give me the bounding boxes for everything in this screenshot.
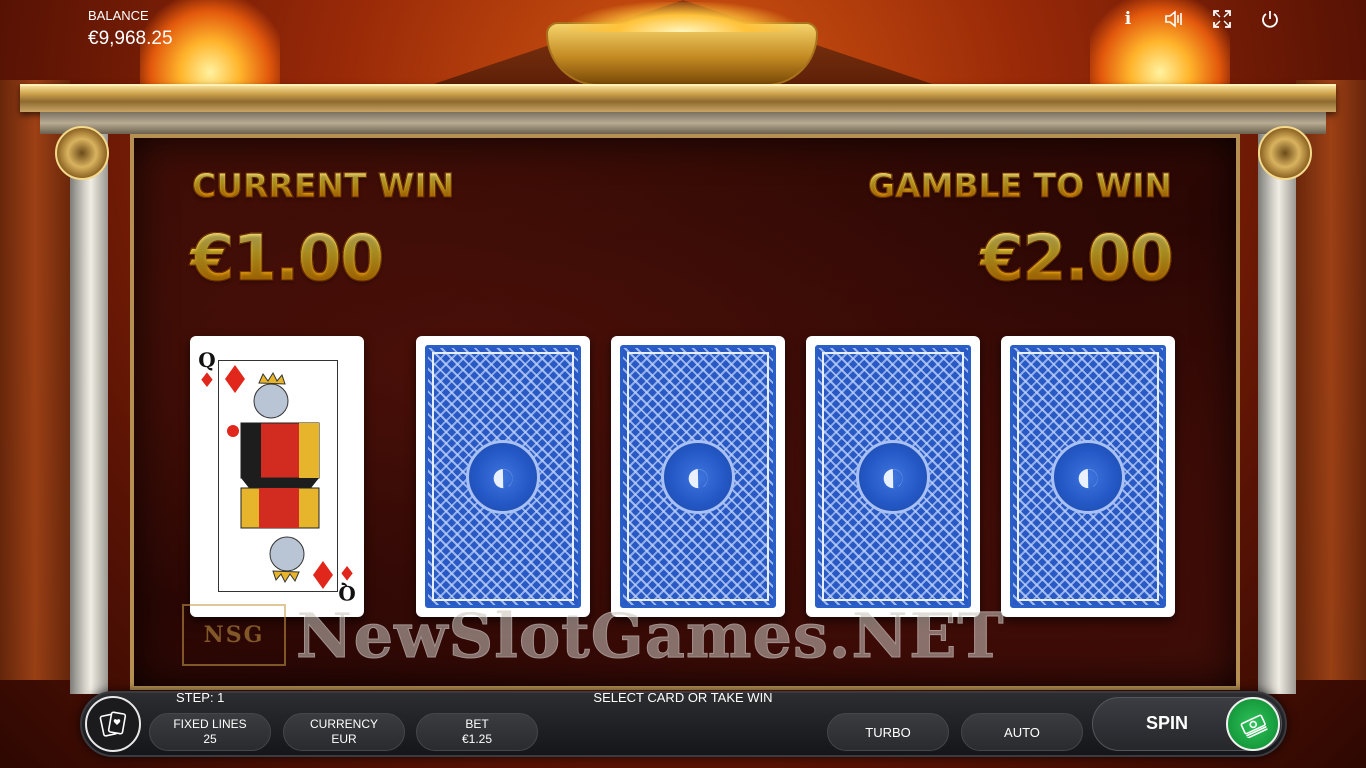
- card-back-emblem-icon: ◐: [661, 439, 735, 514]
- currency-label: CURRENCY: [309, 717, 378, 731]
- left-wall: [0, 80, 70, 680]
- take-win-button[interactable]: [1226, 697, 1280, 751]
- spin-label: SPIN: [1146, 713, 1189, 733]
- auto-label: AUTO: [1004, 724, 1040, 740]
- face-down-card-4[interactable]: ◐: [1001, 336, 1175, 617]
- playing-cards-icon: [99, 711, 127, 737]
- power-icon[interactable]: [1259, 8, 1281, 30]
- fixed-lines-label: FIXED LINES: [173, 717, 247, 731]
- face-down-card-2[interactable]: ◐: [611, 336, 785, 617]
- gold-beam: [20, 84, 1336, 112]
- currency-display: CURRENCY EUR: [283, 713, 405, 751]
- gamble-to-win-label: GAMBLE TO WIN: [867, 166, 1172, 206]
- face-down-card-1[interactable]: ◐: [416, 336, 590, 617]
- queen-portrait: [218, 360, 338, 592]
- card-back-emblem-icon: ◐: [466, 439, 540, 514]
- stone-beam: [40, 112, 1326, 134]
- right-column: [1258, 134, 1296, 694]
- turbo-label: TURBO: [865, 724, 911, 740]
- balance-value: €9,968.25: [88, 28, 173, 49]
- current-win-label: CURRENT WIN: [191, 166, 455, 206]
- sound-icon[interactable]: [1163, 8, 1185, 30]
- left-column: [70, 134, 108, 694]
- turbo-button[interactable]: TURBO: [827, 713, 949, 751]
- watermark-text: NewSlotGames.NET: [296, 598, 1005, 672]
- currency-value: EUR: [331, 732, 357, 746]
- diamond-icon: ♦: [198, 368, 216, 392]
- fixed-lines-value: 25: [203, 732, 217, 746]
- gamble-to-win-value: €2.00: [979, 222, 1174, 297]
- watermark-logo: NSG: [182, 604, 286, 666]
- gamble-cards-button[interactable]: [85, 696, 141, 752]
- balance-label: BALANCE: [88, 8, 149, 23]
- left-column-cap: [55, 126, 109, 180]
- diamond-icon-bottom: ♦: [338, 561, 356, 585]
- dealer-card-queen-diamonds: Q ♦ Q ♦: [190, 336, 364, 617]
- card-corner-bottom: Q ♦: [338, 561, 356, 605]
- current-win-value: €1.00: [189, 222, 384, 297]
- card-back-emblem-icon: ◐: [1051, 439, 1125, 514]
- right-torch-flame: [1090, 0, 1230, 90]
- fire-bowl: [546, 2, 818, 86]
- bet-label: BET: [465, 717, 489, 731]
- bet-value: €1.25: [461, 732, 493, 746]
- cash-stack-icon: [1240, 714, 1268, 738]
- fixed-lines-display: FIXED LINES 25: [149, 713, 271, 751]
- bet-selector[interactable]: BET €1.25: [416, 713, 538, 751]
- info-icon[interactable]: i: [1117, 8, 1139, 30]
- card-corner-top: Q ♦: [198, 350, 216, 390]
- face-down-card-3[interactable]: ◐: [806, 336, 980, 617]
- right-column-cap: [1258, 126, 1312, 180]
- auto-button[interactable]: AUTO: [961, 713, 1083, 751]
- card-back-emblem-icon: ◐: [856, 439, 930, 514]
- fullscreen-icon[interactable]: [1211, 8, 1233, 30]
- right-wall: [1296, 80, 1366, 680]
- watermark: NSG NewSlotGames.NET: [182, 598, 1005, 672]
